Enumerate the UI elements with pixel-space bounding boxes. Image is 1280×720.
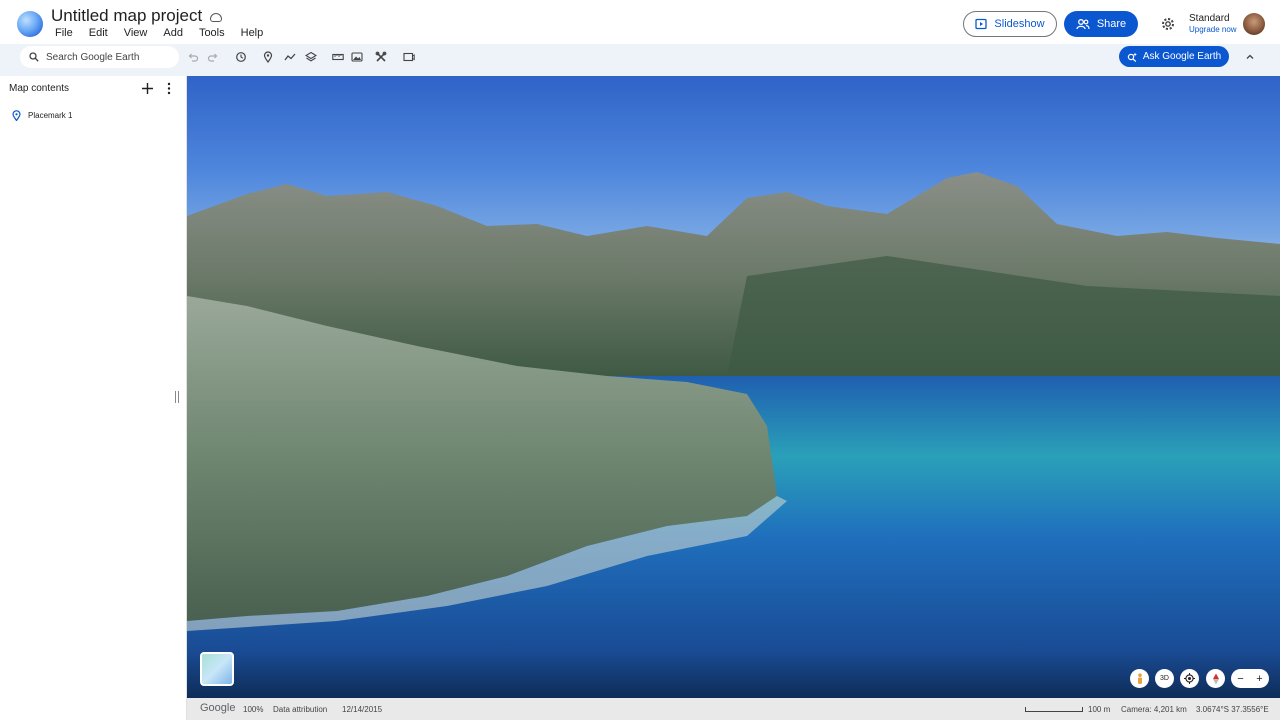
map-contents-title: Map contents — [9, 83, 70, 94]
search-input[interactable]: Search Google Earth — [46, 52, 139, 63]
toggle-3d-button[interactable]: 3D — [1155, 669, 1174, 688]
project-title[interactable]: Untitled map project — [51, 6, 202, 26]
path-icon[interactable] — [284, 51, 296, 63]
compass-icon[interactable] — [1206, 669, 1225, 688]
toggle-3d-label: 3D — [1160, 675, 1169, 682]
placemark-pin-icon — [12, 110, 21, 121]
sidebar-item-placemark-1[interactable]: Placemark 1 — [12, 110, 72, 121]
collapse-chevron-up-icon[interactable] — [1244, 51, 1256, 63]
google-wordmark: Google — [200, 702, 236, 714]
plan-info[interactable]: Standard Upgrade now — [1189, 13, 1237, 35]
pegman-icon[interactable] — [1130, 669, 1149, 688]
panel-resize-handle[interactable] — [175, 391, 179, 403]
settings-gear-icon[interactable] — [1160, 16, 1176, 32]
zoom-out-button[interactable]: − — [1237, 673, 1243, 685]
terrain-scene — [187, 172, 1280, 698]
map-view[interactable] — [187, 76, 1280, 698]
layer-switcher-thumbnail[interactable] — [200, 652, 234, 686]
upgrade-link[interactable]: Upgrade now — [1189, 24, 1237, 35]
capture-icon[interactable] — [403, 51, 415, 63]
history-icon[interactable] — [235, 51, 247, 63]
search-box[interactable]: Search Google Earth — [20, 46, 179, 68]
undo-icon[interactable] — [187, 51, 199, 63]
sidebar-item-label: Placemark 1 — [28, 111, 73, 120]
menu-bar: File Edit View Add Tools Help — [55, 27, 263, 39]
menu-view[interactable]: View — [124, 27, 148, 39]
menu-tools[interactable]: Tools — [199, 27, 225, 39]
status-bar: Google 100% Data attribution 12/14/2015 … — [187, 698, 1280, 720]
map-contents-panel: Map contents Placemark 1 — [0, 76, 187, 720]
placemark-icon[interactable] — [262, 51, 274, 63]
measure-icon[interactable] — [332, 51, 344, 63]
search-icon — [29, 52, 39, 62]
user-avatar[interactable] — [1243, 13, 1265, 35]
menu-add[interactable]: Add — [163, 27, 183, 39]
top-bar: Untitled map project File Edit View Add … — [0, 0, 1280, 44]
ask-google-earth-button[interactable]: Ask Google Earth — [1119, 46, 1229, 67]
menu-file[interactable]: File — [55, 27, 73, 39]
coordinates: 3.0674°S 37.3556°E — [1196, 705, 1269, 714]
share-button[interactable]: Share — [1064, 11, 1138, 37]
zoom-level: 100% — [243, 705, 264, 714]
tools-icon[interactable] — [375, 51, 387, 63]
scale-bar — [1025, 707, 1083, 712]
more-vert-icon[interactable] — [164, 82, 174, 95]
menu-help[interactable]: Help — [241, 27, 264, 39]
zoom-in-button[interactable]: + — [1256, 673, 1262, 685]
add-icon[interactable] — [141, 82, 154, 95]
imagery-date: 12/14/2015 — [342, 705, 383, 714]
camera-altitude: Camera: 4,201 km — [1121, 705, 1187, 714]
recenter-icon[interactable] — [1180, 669, 1199, 688]
slideshow-icon — [975, 18, 988, 30]
redo-icon[interactable] — [207, 51, 219, 63]
image-overlay-icon[interactable] — [351, 51, 363, 63]
layers-icon[interactable] — [305, 51, 317, 63]
plan-label: Standard — [1189, 13, 1230, 24]
slideshow-button[interactable]: Slideshow — [963, 11, 1057, 37]
share-label: Share — [1096, 18, 1127, 30]
sparkle-search-icon — [1127, 52, 1137, 62]
cloud-saved-icon — [210, 12, 223, 22]
google-earth-logo-icon[interactable] — [17, 11, 43, 37]
menu-edit[interactable]: Edit — [89, 27, 108, 39]
share-people-icon — [1076, 19, 1090, 30]
slideshow-label: Slideshow — [994, 18, 1045, 30]
zoom-control: − + — [1231, 669, 1269, 688]
scale-label: 100 m — [1088, 705, 1111, 714]
project-title-row: Untitled map project — [51, 6, 223, 26]
ask-label: Ask Google Earth — [1142, 51, 1222, 62]
data-attribution-link[interactable]: Data attribution — [273, 705, 327, 714]
